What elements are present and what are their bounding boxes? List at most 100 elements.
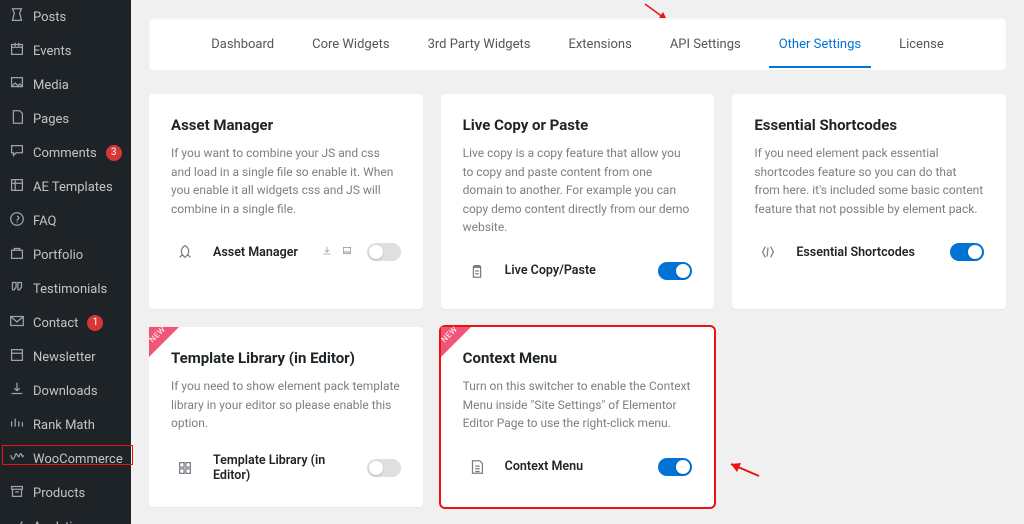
sidebar-item-label: Posts [33,10,66,25]
main-content: Dashboard Core Widgets 3rd Party Widgets Ex… [131,0,1024,524]
settings-tabbar: Dashboard Core Widgets 3rd Party Widgets Ex… [149,18,1006,70]
tab-api-settings[interactable]: API Settings [660,21,751,68]
tab-core-widgets[interactable]: Core Widgets [302,21,399,68]
sidebar-item-analytics[interactable]: Analytics [0,510,131,524]
card-asset-manager: Asset Manager If you want to combine your… [149,94,423,309]
feature-toggle[interactable] [658,458,692,476]
feature-label: Template Library (in Editor) [213,453,353,483]
badge: 1 [87,315,103,331]
sidebar-item-rank-math[interactable]: Rank Math [0,408,131,442]
sidebar-item-testimonials[interactable]: Testimonials [0,272,131,306]
card-title: Asset Manager [171,116,401,134]
sidebar-item-label: Media [33,78,69,93]
sidebar-item-faq[interactable]: FAQ [0,204,131,238]
sidebar-item-comments[interactable]: Comments 3 [0,136,131,170]
analytics-icon [8,516,26,524]
sidebar-item-label: Events [33,44,71,59]
feature-label: Essential Shortcodes [796,245,936,260]
paper-icon [463,453,491,481]
sidebar-item-woocommerce[interactable]: WooCommerce [0,442,131,476]
feature-label: Asset Manager [213,245,307,260]
tab-extensions[interactable]: Extensions [558,21,641,68]
card-context-menu: Context Menu Turn on this switcher to ena… [441,327,715,507]
clipboard-icon [463,257,491,285]
faq-icon [8,210,26,232]
download-icon [8,380,26,402]
woo-icon [8,448,26,470]
sidebar-item-label: Comments [33,146,97,161]
tab-3rd-party-widgets[interactable]: 3rd Party Widgets [418,21,541,68]
card-title: Essential Shortcodes [754,116,984,134]
sidebar-item-label: FAQ [33,214,56,229]
sidebar-item-label: Testimonials [33,282,107,297]
sidebar-item-label: Pages [33,112,69,127]
calendar-icon [8,40,26,62]
tab-other-settings[interactable]: Other Settings [769,21,871,68]
sidebar-item-label: Rank Math [33,418,95,433]
card-description: If you need to show element pack templat… [171,377,401,433]
card-essential-shortcodes: Essential Shortcodes If you need element … [732,94,1006,309]
new-ribbon [149,327,179,357]
sidebar-item-events[interactable]: Events [0,34,131,68]
feature-toggle[interactable] [658,262,692,280]
sidebar-item-label: Contact [33,316,78,331]
sidebar-item-media[interactable]: Media [0,68,131,102]
sidebar-item-products[interactable]: Products [0,476,131,510]
mail-icon [8,312,26,334]
sidebar-item-portfolio[interactable]: Portfolio [0,238,131,272]
media-icon [8,74,26,96]
quote-icon [8,278,26,300]
feature-toggle[interactable] [367,243,401,261]
card-description: Live copy is a copy feature that allow y… [463,144,693,237]
card-title: Template Library (in Editor) [171,349,401,367]
badge: 3 [106,145,122,161]
card-feature-row: Essential Shortcodes [754,238,984,266]
sidebar-item-label: WooCommerce [33,452,123,467]
sidebar-item-downloads[interactable]: Downloads [0,374,131,408]
archive-icon [8,482,26,504]
sidebar-item-ae-templates[interactable]: AE Templates [0,170,131,204]
chart-icon [8,414,26,436]
sidebar-item-posts[interactable]: Posts [0,0,131,34]
feature-label: Context Menu [505,459,645,474]
new-ribbon [441,327,471,357]
sidebar-item-newsletter[interactable]: Newsletter [0,340,131,374]
card-description: Turn on this switcher to enable the Cont… [463,377,693,433]
card-template-library-in-editor-: Template Library (in Editor) If you need … [149,327,423,507]
card-description: If you need element pack essential short… [754,144,984,218]
card-feature-row: Asset Manager [171,238,401,266]
card-description: If you want to combine your JS and css a… [171,144,401,218]
sidebar-item-label: Portfolio [33,248,83,263]
pin-icon [8,6,26,28]
tab-dashboard[interactable]: Dashboard [201,21,284,68]
feature-toggle[interactable] [950,243,984,261]
template-icon [8,176,26,198]
admin-sidebar: Posts Events Media Pages Comments 3 AE Templat… [0,0,131,524]
feature-toggle[interactable] [367,459,401,477]
aux-icons [321,242,353,263]
page-icon [8,108,26,130]
card-title: Live Copy or Paste [463,116,693,134]
card-title: Context Menu [463,349,693,367]
portfolio-icon [8,244,26,266]
sidebar-item-label: Downloads [33,384,98,399]
feature-label: Live Copy/Paste [505,263,645,278]
sidebar-item-contact[interactable]: Contact 1 [0,306,131,340]
comment-icon [8,142,26,164]
sidebar-item-pages[interactable]: Pages [0,102,131,136]
card-live-copy-or-paste: Live Copy or Paste Live copy is a copy fe… [441,94,715,309]
news-icon [8,346,26,368]
rocket-icon [171,238,199,266]
card-feature-row: Live Copy/Paste [463,257,693,285]
card-feature-row: Template Library (in Editor) [171,453,401,483]
link-icon[interactable] [321,242,333,263]
sidebar-item-label: Analytics [33,520,86,524]
video-icon[interactable] [341,242,353,263]
grid-icon [171,454,199,482]
card-feature-row: Context Menu [463,453,693,481]
sidebar-item-label: Newsletter [33,350,96,365]
sidebar-item-label: AE Templates [33,180,113,195]
brackets-icon [754,238,782,266]
tab-license[interactable]: License [889,21,954,68]
sidebar-item-label: Products [33,486,85,501]
